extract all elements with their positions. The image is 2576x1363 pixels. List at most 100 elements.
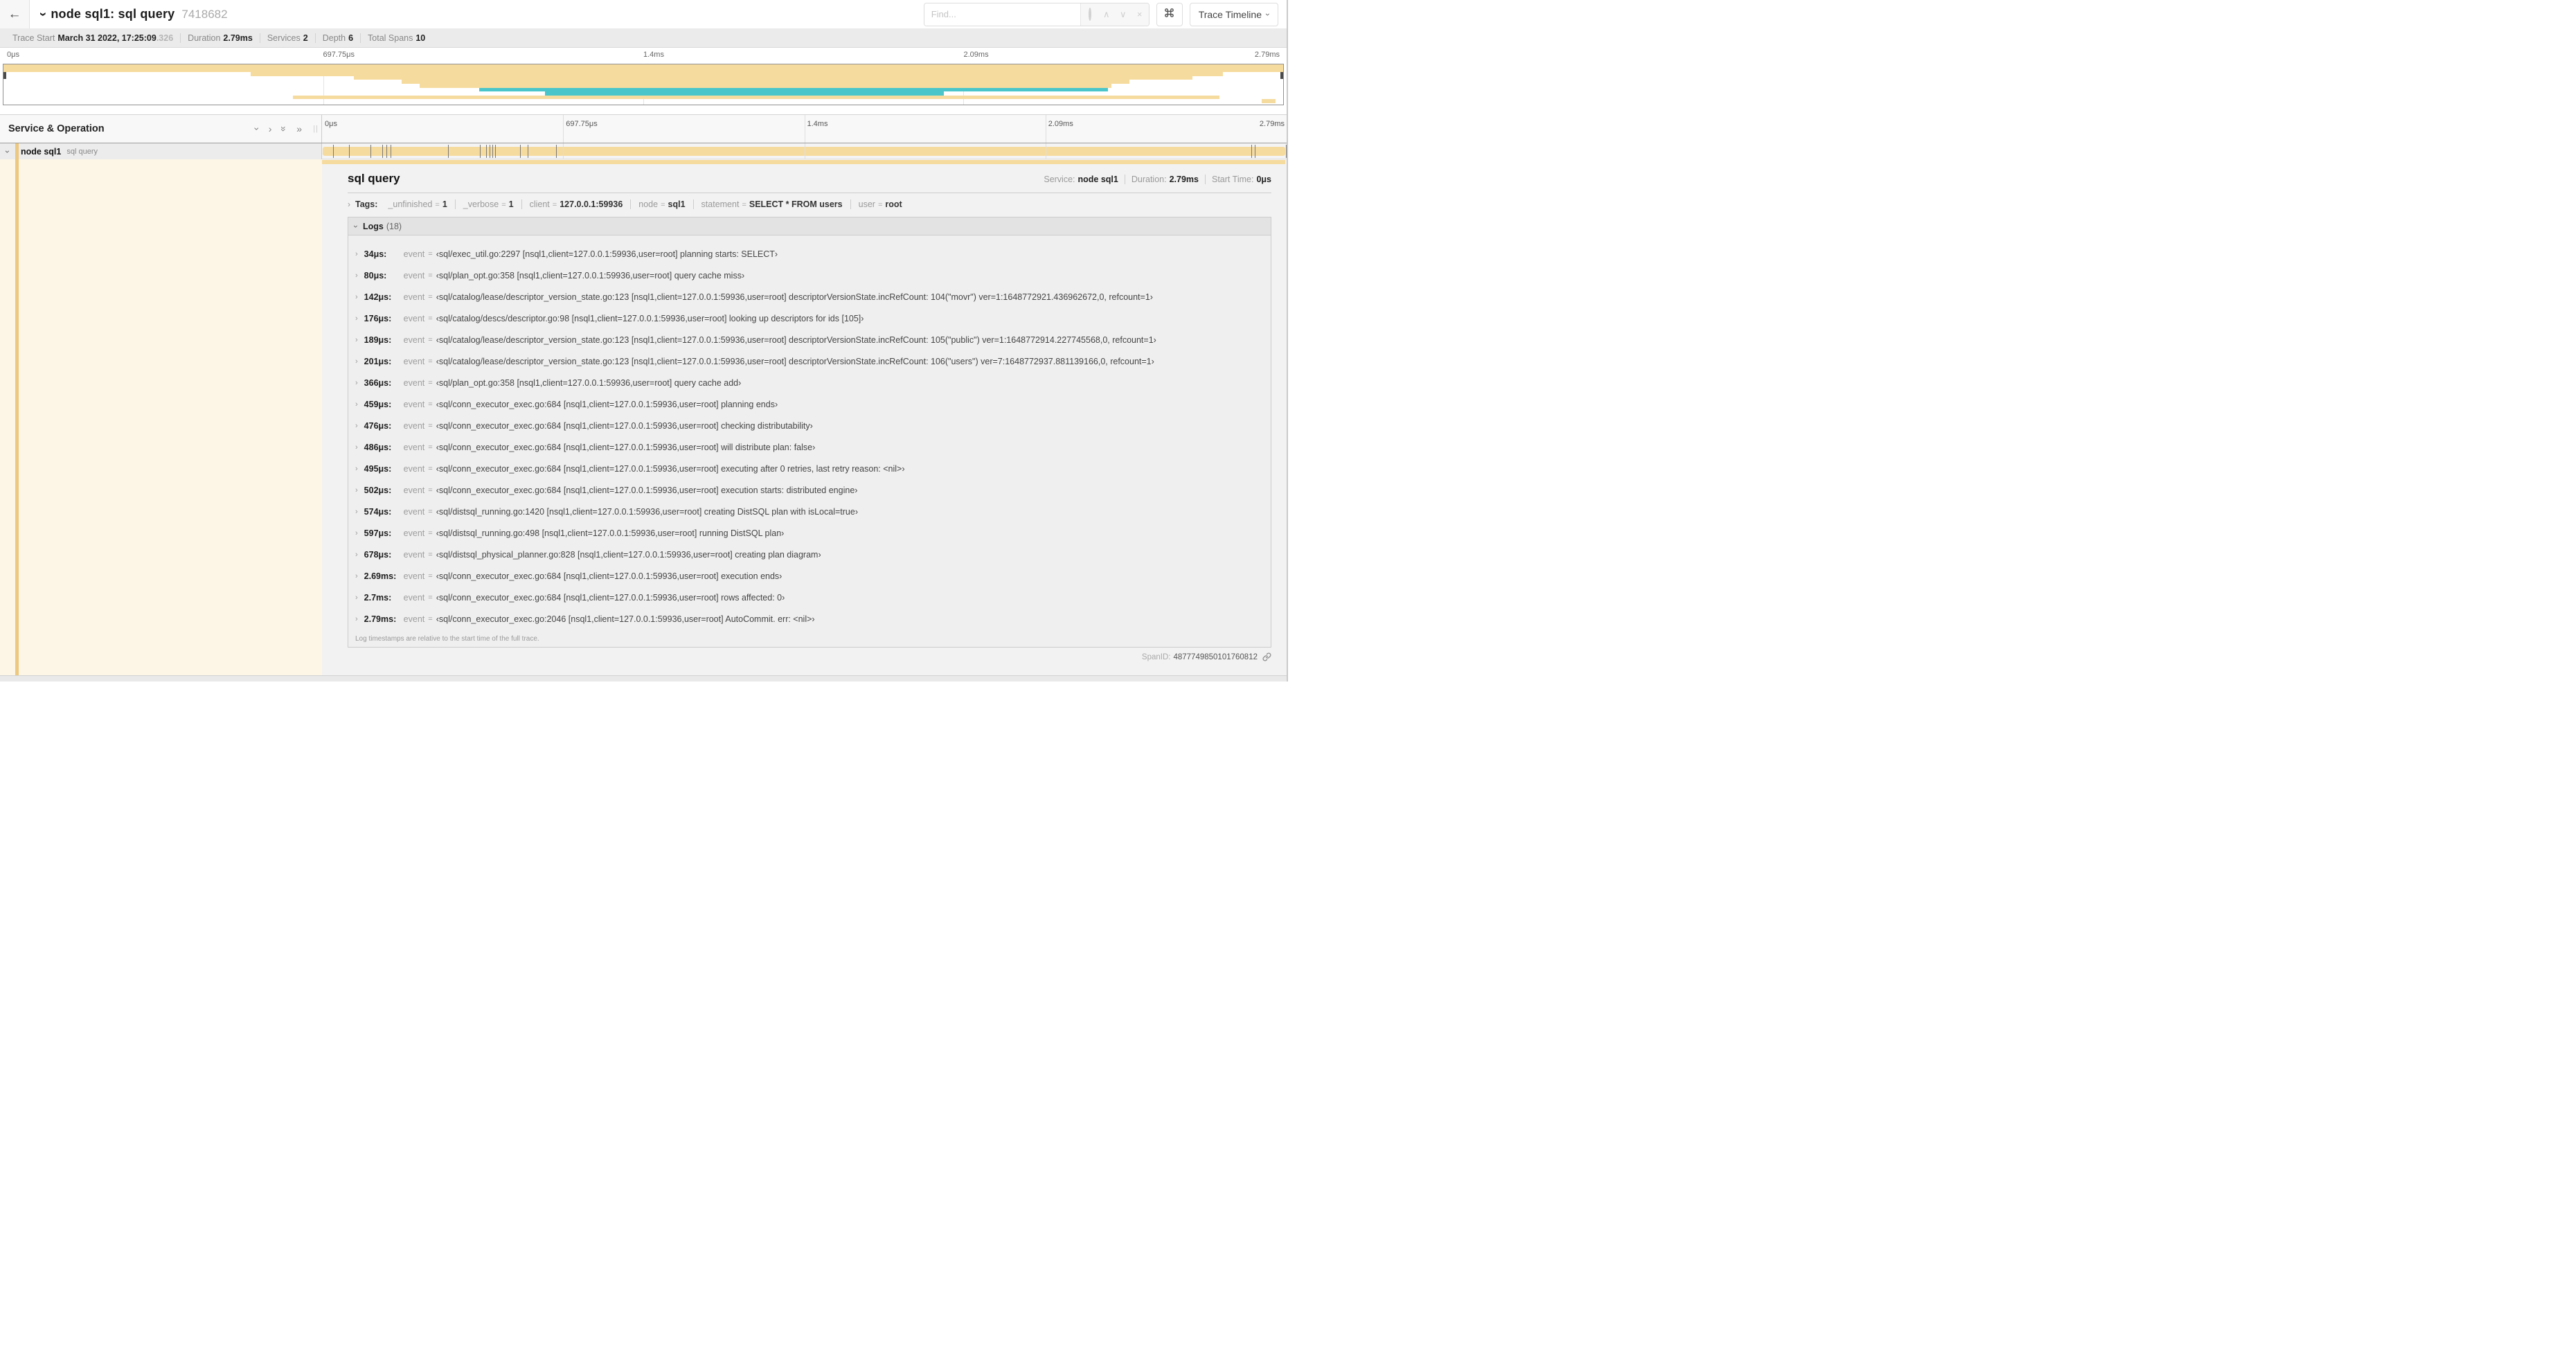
keyboard-shortcuts-button[interactable] — [1156, 2, 1183, 26]
logs-header[interactable]: › Logs (18) — [348, 217, 1271, 235]
tags-label[interactable]: Tags: — [355, 199, 377, 209]
link-icon[interactable] — [1262, 652, 1271, 661]
collapse-controls: › › » » — [251, 115, 302, 143]
log-row[interactable]: › 2.79ms: event = ‹sql/conn_executor_exec.go… — [348, 608, 1271, 630]
log-expand-chevron-icon: › — [355, 614, 358, 623]
log-row[interactable]: › 142μs: event = ‹sql/catalog/lease/descript… — [348, 286, 1271, 308]
expand-one-icon[interactable]: › — [269, 124, 272, 134]
log-timestamp: 34μs: — [364, 249, 387, 259]
log-row[interactable]: › 201μs: event = ‹sql/catalog/lease/descript… — [348, 350, 1271, 372]
log-expand-chevron-icon: › — [355, 443, 358, 452]
page-title: node sql1: sql query — [51, 7, 175, 21]
log-value: ‹sql/catalog/lease/descriptor_version_st… — [436, 335, 1156, 345]
span-detail-title: sql query — [348, 172, 400, 185]
log-expand-chevron-icon: › — [355, 550, 358, 559]
back-button[interactable]: ← — [0, 0, 30, 28]
log-row[interactable]: › 176μs: event = ‹sql/catalog/descs/descript… — [348, 308, 1271, 329]
log-value: ‹sql/distsql_running.go:1420 [nsql1,clie… — [436, 506, 858, 517]
log-row[interactable]: › 597μs: event = ‹sql/distsql_running.go:498… — [348, 522, 1271, 544]
window-bottom-edge — [0, 675, 1287, 682]
logs-list: › 34μs: event = ‹sql/exec_util.go:2297 [nsql… — [348, 235, 1271, 630]
trace-id: 7418682 — [181, 7, 228, 21]
log-row[interactable]: › 2.69ms: event = ‹sql/conn_executor_exec.go… — [348, 565, 1271, 587]
log-timestamp: 459μs: — [364, 399, 392, 409]
log-row[interactable]: › 459μs: event = ‹sql/conn_executor_exec.go:… — [348, 393, 1271, 415]
log-row[interactable]: › 366μs: event = ‹sql/plan_opt.go:358 [nsql1… — [348, 372, 1271, 393]
log-marker — [1286, 145, 1287, 158]
equals-sign: = — [428, 485, 433, 495]
service-operation-title: Service & Operation — [8, 123, 105, 134]
log-marker — [348, 145, 350, 158]
log-key: event — [403, 356, 425, 366]
log-marker — [480, 145, 481, 158]
log-row[interactable]: › 495μs: event = ‹sql/conn_executor_exec.go:… — [348, 458, 1271, 479]
equals-sign: = — [435, 201, 440, 209]
log-marker — [519, 145, 521, 158]
find-input[interactable] — [924, 3, 1080, 26]
logs-collapse-chevron-icon: › — [351, 224, 361, 228]
log-value: ‹sql/conn_executor_exec.go:684 [nsql1,cl… — [436, 592, 785, 603]
tag-item: client = 127.0.0.1:59936 — [522, 199, 632, 209]
log-expand-chevron-icon: › — [355, 464, 358, 473]
clear-find-icon[interactable]: × — [1135, 9, 1145, 19]
trace-summary-item: Total Spans 10 — [368, 33, 426, 43]
span-collapse-chevron-icon[interactable]: › — [3, 150, 12, 153]
log-row[interactable]: › 189μs: event = ‹sql/catalog/lease/descript… — [348, 329, 1271, 350]
log-row[interactable]: › 476μs: event = ‹sql/conn_executor_exec.go:… — [348, 415, 1271, 436]
log-timestamp: 2.79ms: — [364, 614, 397, 624]
log-value: ‹sql/distsql_physical_planner.go:828 [ns… — [436, 549, 821, 560]
tags-row: › Tags: _unfinished = 1 _verbose = 1 client = 12… — [348, 199, 1271, 209]
trace-summary: Trace Start March 31 2022, 17:25:09.326 Du… — [0, 28, 1287, 48]
minimap-canvas[interactable] — [3, 64, 1284, 105]
equals-sign: = — [428, 271, 433, 280]
span-detail-panel: sql query Service: node sql1 Duration: 2.79… — [322, 159, 1287, 676]
trace-collapse-chevron-icon[interactable]: › — [36, 12, 51, 16]
log-row[interactable]: › 502μs: event = ‹sql/conn_executor_exec.go:… — [348, 479, 1271, 501]
span-row-timeline-cell — [322, 143, 1287, 159]
log-row[interactable]: › 486μs: event = ‹sql/conn_executor_exec.go:… — [348, 436, 1271, 458]
log-row[interactable]: › 2.7ms: event = ‹sql/conn_executor_exec.go:… — [348, 587, 1271, 608]
minimap-span-bar — [3, 64, 1283, 73]
detail-span-bar[interactable] — [322, 160, 1285, 164]
equals-sign: = — [428, 292, 433, 301]
log-row[interactable]: › 574μs: event = ‹sql/distsql_running.go:142… — [348, 501, 1271, 522]
log-key: event — [403, 377, 425, 388]
expand-all-icon[interactable]: » — [296, 124, 302, 134]
command-icon — [1163, 7, 1175, 22]
log-value: ‹sql/conn_executor_exec.go:684 [nsql1,cl… — [436, 463, 905, 474]
top-header: ← › node sql1: sql query 7418682 ∧ ∨ × — [0, 0, 1287, 28]
collapse-all-icon[interactable]: » — [278, 126, 289, 132]
collapse-one-icon[interactable]: › — [251, 127, 262, 131]
tags-expand-chevron-icon[interactable]: › — [348, 199, 350, 209]
log-row[interactable]: › 34μs: event = ‹sql/exec_util.go:2297 [nsql… — [348, 243, 1271, 265]
span-row-name-cell[interactable]: › node sql1 sql query — [0, 143, 322, 159]
minimap-time-label: 1.4ms — [643, 51, 664, 59]
tag-item: _verbose = 1 — [456, 199, 522, 209]
log-row[interactable]: › 80μs: event = ‹sql/plan_opt.go:358 [nsql1,… — [348, 265, 1271, 286]
view-selector-button[interactable]: Trace Timeline › — [1189, 2, 1278, 26]
equals-sign: = — [428, 421, 433, 430]
span-id-value: 4877749850101760812 — [1173, 652, 1258, 661]
log-value: ‹sql/conn_executor_exec.go:684 [nsql1,cl… — [436, 442, 816, 452]
locate-icon[interactable] — [1085, 8, 1095, 21]
log-value: ‹sql/catalog/descs/descriptor.go:98 [nsq… — [436, 313, 864, 323]
log-marker — [555, 145, 557, 158]
span-detail-row: sql query Service: node sql1 Duration: 2.79… — [0, 159, 1287, 676]
log-marker — [447, 145, 449, 158]
equals-sign: = — [428, 614, 433, 623]
trace-summary-item: Services 2 — [260, 33, 316, 43]
next-match-icon[interactable]: ∨ — [1118, 9, 1128, 20]
prev-match-icon[interactable]: ∧ — [1102, 9, 1111, 20]
tag-item: node = sql1 — [631, 199, 694, 209]
log-timestamp: 366μs: — [364, 377, 392, 388]
log-row[interactable]: › 678μs: event = ‹sql/distsql_physical_plann… — [348, 544, 1271, 565]
log-timestamp: 201μs: — [364, 356, 392, 366]
log-timestamp: 678μs: — [364, 549, 392, 560]
column-resizer-handle[interactable]: || — [313, 125, 319, 133]
log-value: ‹sql/exec_util.go:2297 [nsql1,client=127… — [436, 249, 778, 259]
timeline-ticks-header: 0μs 697.75μs 1.4ms 2.09ms 2.79ms — [322, 115, 1287, 143]
log-key: event — [403, 399, 425, 409]
log-value: ‹sql/distsql_running.go:498 [nsql1,clien… — [436, 528, 785, 538]
minimap-span-bar — [292, 95, 1219, 100]
log-key: event — [403, 442, 425, 452]
